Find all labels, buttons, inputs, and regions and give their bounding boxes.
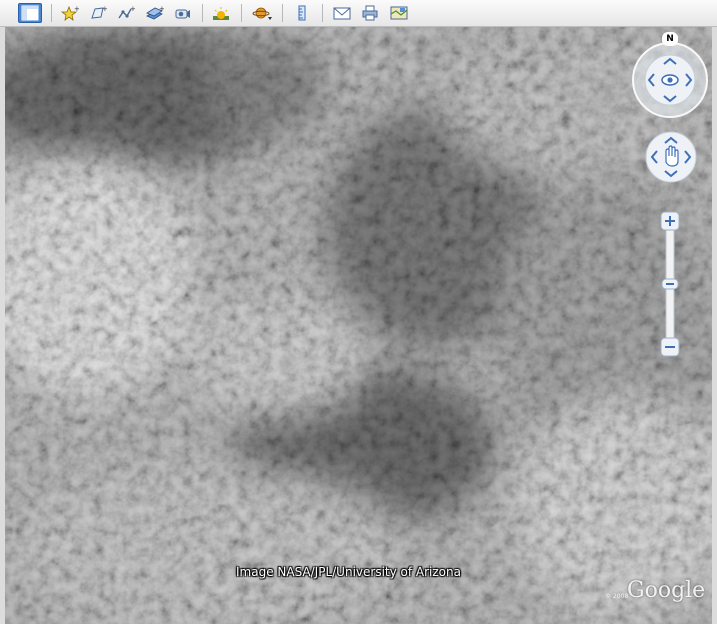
compass-north-label[interactable]: N bbox=[662, 32, 678, 46]
move-control[interactable] bbox=[645, 131, 697, 183]
toolbar-separator bbox=[51, 4, 52, 22]
polygon-icon: + bbox=[91, 5, 107, 19]
imagery-attribution: Image NASA/JPL/University of Arizona bbox=[236, 565, 461, 579]
toolbar-separator bbox=[202, 4, 203, 22]
zoom-slider[interactable] bbox=[660, 211, 680, 357]
sun-icon bbox=[213, 7, 229, 20]
view-in-google-maps-button[interactable] bbox=[387, 3, 411, 23]
add-polygon-button[interactable]: + bbox=[86, 3, 110, 23]
look-control[interactable] bbox=[631, 34, 709, 119]
printer-icon bbox=[362, 5, 378, 21]
map-icon bbox=[390, 6, 408, 20]
svg-text:+: + bbox=[159, 5, 164, 13]
satellite-imagery bbox=[5, 27, 712, 624]
image-overlay-icon: + bbox=[146, 5, 164, 20]
toolbar: + + + + bbox=[0, 0, 717, 27]
svg-text:+: + bbox=[102, 5, 107, 13]
add-path-button[interactable]: + bbox=[114, 3, 138, 23]
zoom-out-button[interactable] bbox=[660, 337, 680, 357]
zoom-in-button[interactable] bbox=[660, 211, 680, 231]
switch-planet-button[interactable] bbox=[249, 3, 273, 23]
placemark-pin-icon: + bbox=[61, 5, 79, 21]
envelope-icon bbox=[333, 7, 351, 20]
toolbar-separator bbox=[282, 4, 283, 22]
add-image-overlay-button[interactable]: + bbox=[143, 3, 167, 23]
copyright-text: © 2008 bbox=[605, 593, 629, 600]
eye-icon bbox=[661, 74, 679, 86]
historical-imagery-button[interactable] bbox=[209, 3, 233, 23]
record-tour-icon bbox=[175, 9, 190, 19]
zoom-thumb[interactable] bbox=[661, 278, 679, 290]
sidebar-toggle-button[interactable] bbox=[18, 3, 42, 23]
planet-icon bbox=[252, 7, 272, 20]
sidebar-icon bbox=[21, 5, 39, 21]
add-placemark-button[interactable]: + bbox=[58, 3, 82, 23]
google-logo: Google bbox=[627, 578, 706, 603]
path-icon: + bbox=[118, 5, 135, 19]
record-tour-button[interactable] bbox=[171, 3, 195, 23]
ruler-icon bbox=[298, 5, 306, 21]
toolbar-separator bbox=[241, 4, 242, 22]
email-button[interactable] bbox=[330, 3, 354, 23]
svg-text:+: + bbox=[130, 5, 135, 13]
map-view[interactable]: Image NASA/JPL/University of Arizona © 2… bbox=[5, 27, 712, 624]
print-button[interactable] bbox=[358, 3, 382, 23]
ruler-button[interactable] bbox=[290, 3, 314, 23]
toolbar-separator bbox=[322, 4, 323, 22]
svg-text:+: + bbox=[74, 5, 79, 13]
